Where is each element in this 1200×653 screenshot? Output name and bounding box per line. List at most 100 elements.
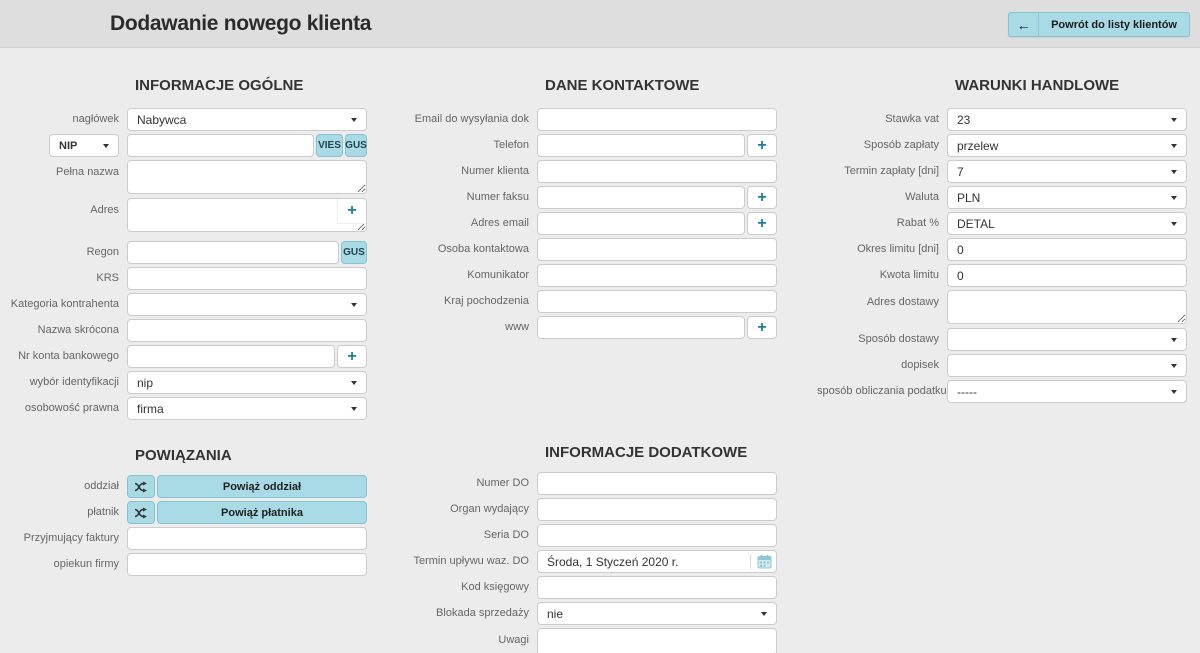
chevron-down-icon	[1171, 170, 1177, 174]
numer-faksu-input[interactable]	[537, 186, 745, 209]
telefon-input[interactable]	[537, 134, 745, 157]
chevron-down-icon	[1171, 196, 1177, 200]
kwota-limitu-input[interactable]	[947, 264, 1187, 287]
adres-textarea[interactable]	[127, 198, 367, 232]
email-dok-input[interactable]	[537, 108, 777, 131]
page-title: Dodawanie nowego klienta	[110, 12, 371, 36]
column-general: INFORMACJE OGÓLNE nagłówek Nabywca NIP V…	[0, 48, 375, 653]
adres-dostawy-textarea[interactable]	[947, 290, 1187, 324]
naglowek-select[interactable]: Nabywca	[127, 108, 367, 131]
nip-type-select[interactable]: NIP	[49, 134, 119, 157]
nazwa-skrocona-input[interactable]	[127, 319, 367, 342]
row-adres: Adres +	[0, 198, 375, 237]
row-www: www +	[407, 316, 785, 339]
row-numer-faksu: Numer faksu +	[407, 186, 785, 209]
link-oddzial-icon-button[interactable]	[127, 475, 155, 498]
nr-konta-input[interactable]	[127, 345, 335, 368]
chevron-down-icon	[1171, 144, 1177, 148]
vies-button[interactable]: VIES	[316, 134, 343, 157]
calendar-icon[interactable]	[757, 554, 772, 569]
termin-uplywu-label: Termin upływu waz. DO	[407, 550, 537, 573]
back-to-client-list-button[interactable]: ← Powrót do listy klientów	[1008, 12, 1190, 37]
row-sposob-zaplaty: Sposób zapłaty przelew	[817, 134, 1195, 157]
krs-input[interactable]	[127, 267, 367, 290]
numer-klienta-label: Numer klienta	[407, 160, 537, 183]
numer-klienta-input[interactable]	[537, 160, 777, 183]
numer-faksu-label: Numer faksu	[407, 186, 537, 209]
dopisek-select[interactable]	[947, 354, 1187, 377]
blokada-sprzedazy-select[interactable]: nie	[537, 602, 777, 625]
numer-do-input[interactable]	[537, 472, 777, 495]
sposob-zaplaty-label: Sposób zapłaty	[817, 134, 947, 157]
nip-input[interactable]	[127, 134, 314, 157]
uwagi-textarea[interactable]	[537, 628, 777, 653]
przyjmujacy-faktury-input[interactable]	[127, 527, 367, 550]
powiaz-platnika-button[interactable]: Powiąż płatnika	[157, 501, 367, 524]
back-arrow-icon: ←	[1009, 13, 1039, 36]
plus-icon: +	[757, 138, 766, 154]
organ-wydajacy-label: Organ wydający	[407, 498, 537, 521]
row-regon: Regon GUS	[0, 241, 375, 264]
nr-konta-label: Nr konta bankowego	[0, 345, 127, 368]
kraj-pochodzenia-input[interactable]	[537, 290, 777, 313]
row-numer-klienta: Numer klienta	[407, 160, 785, 183]
sposob-obliczania-podatku-select[interactable]: -----	[947, 380, 1187, 403]
wybor-identyfikacji-select[interactable]: nip	[127, 371, 367, 394]
row-przyjmujacy-faktury: Przyjmujący faktury	[0, 527, 375, 550]
rabat-select[interactable]: DETAL	[947, 212, 1187, 235]
opiekun-firmy-input[interactable]	[127, 553, 367, 576]
pelna-nazwa-textarea[interactable]	[127, 160, 367, 194]
blokada-sprzedazy-value: nie	[547, 607, 755, 621]
www-input[interactable]	[537, 316, 745, 339]
add-www-button[interactable]: +	[747, 316, 777, 339]
osoba-kontaktowa-input[interactable]	[537, 238, 777, 261]
uwagi-label: Uwagi	[407, 628, 537, 653]
termin-uplywu-date-input[interactable]	[537, 550, 777, 573]
section-title-powiazania: POWIĄZANIA	[0, 448, 375, 463]
gus-button[interactable]: GUS	[345, 134, 367, 157]
regon-gus-button[interactable]: GUS	[341, 241, 367, 264]
termin-zaplaty-value: 7	[957, 165, 1165, 179]
row-email-dok: Email do wysyłania dok	[407, 108, 785, 131]
add-email-button[interactable]: +	[747, 212, 777, 235]
seria-do-input[interactable]	[537, 524, 777, 547]
row-blokada-sprzedazy: Blokada sprzedaży nie	[407, 602, 785, 625]
row-adres-dostawy: Adres dostawy	[817, 290, 1195, 324]
termin-zaplaty-label: Termin zapłaty [dni]	[817, 160, 947, 183]
stawka-vat-select[interactable]: 23	[947, 108, 1187, 131]
add-adres-button[interactable]: +	[337, 199, 366, 224]
section-title-handlowe: WARUNKI HANDLOWE	[817, 78, 1195, 93]
chevron-down-icon	[1171, 390, 1177, 394]
row-oddzial: oddział Powiąż oddział	[0, 475, 375, 498]
regon-input[interactable]	[127, 241, 339, 264]
kategoria-select[interactable]	[127, 293, 367, 316]
waluta-select[interactable]: PLN	[947, 186, 1187, 209]
telefon-label: Telefon	[407, 134, 537, 157]
powiaz-oddzial-button[interactable]: Powiąż oddział	[157, 475, 367, 498]
komunikator-input[interactable]	[537, 264, 777, 287]
sposob-dostawy-select[interactable]	[947, 328, 1187, 351]
row-organ-wydajacy: Organ wydający	[407, 498, 785, 521]
adres-email-input[interactable]	[537, 212, 745, 235]
osobowosc-prawna-select[interactable]: firma	[127, 397, 367, 420]
form-content: INFORMACJE OGÓLNE nagłówek Nabywca NIP V…	[0, 48, 1200, 653]
rabat-label: Rabat %	[817, 212, 947, 235]
stawka-vat-label: Stawka vat	[817, 108, 947, 131]
regon-label: Regon	[0, 241, 127, 264]
termin-zaplaty-select[interactable]: 7	[947, 160, 1187, 183]
section-title-general: INFORMACJE OGÓLNE	[0, 78, 375, 93]
back-button-label: Powrót do listy klientów	[1039, 13, 1189, 36]
organ-wydajacy-input[interactable]	[537, 498, 777, 521]
add-faks-button[interactable]: +	[747, 186, 777, 209]
add-konto-button[interactable]: +	[337, 345, 367, 368]
nip-type-value: NIP	[59, 140, 97, 152]
sposob-zaplaty-select[interactable]: przelew	[947, 134, 1187, 157]
chevron-down-icon	[1171, 222, 1177, 226]
kod-ksiegowy-input[interactable]	[537, 576, 777, 599]
link-platnik-icon-button[interactable]	[127, 501, 155, 524]
okres-limitu-input[interactable]	[947, 238, 1187, 261]
chevron-down-icon	[1171, 338, 1177, 342]
waluta-label: Waluta	[817, 186, 947, 209]
add-telefon-button[interactable]: +	[747, 134, 777, 157]
row-dopisek: dopisek	[817, 354, 1195, 377]
